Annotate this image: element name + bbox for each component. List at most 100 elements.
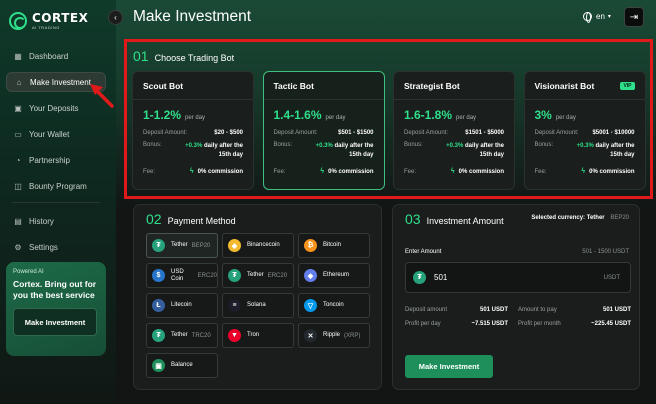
fee-label: Fee: (273, 168, 286, 175)
sidebar-item-partnership[interactable]: ◔ Partnership (6, 150, 106, 170)
amount-label: Deposit Amount: (143, 130, 188, 136)
coin-option[interactable]: ✕ Ripple (XRP) (298, 323, 370, 348)
logout-icon: ⇥ (629, 11, 639, 23)
bot-name: Strategist Bot (404, 80, 460, 91)
bolt-icon: ϟ (320, 168, 325, 175)
coin-option[interactable]: ₮ Tether ERC20 (222, 263, 294, 288)
coin-option[interactable]: ▣ Balance (146, 353, 218, 378)
deposit-icon: ▣ (14, 103, 22, 113)
amount-value: $20 - $500 (214, 130, 243, 136)
coin-network: ERC20 (197, 272, 217, 279)
profit-per-month-label: Profit per month (518, 321, 561, 327)
bot-rate-unit: per day (185, 115, 206, 121)
bonus-text: daily after the (595, 143, 635, 149)
coin-network: (XRP) (344, 332, 361, 339)
coin-name: Tether (247, 272, 264, 278)
bot-name: Visionarist Bot (534, 80, 595, 91)
fee-value: 0% commission (589, 168, 635, 175)
brand-sub: AI TRADING (32, 25, 60, 30)
amount-to-pay-value: 501 USDT (602, 307, 631, 313)
amount-value: $5001 - $10000 (592, 130, 635, 136)
sidebar-item-history[interactable]: ▤ History (6, 211, 106, 231)
fee-label: Fee: (534, 168, 547, 175)
coin-name: Ethereum (323, 272, 350, 278)
sidebar-item-label: Partnership (29, 155, 70, 165)
collapse-sidebar-button[interactable]: ‹ (108, 10, 123, 25)
coin-option[interactable]: ₿ Bitcoin (298, 233, 370, 258)
sidebar-item-dashboard[interactable]: ▦ Dashboard (6, 46, 106, 66)
language-label: en (596, 12, 605, 21)
chevron-left-icon: ‹ (114, 13, 117, 22)
deposit-amount-value: 501 USDT (479, 307, 508, 313)
coin-icon: ◆ (228, 239, 241, 252)
sidebar-item-label: Settings (29, 242, 58, 252)
coin-option[interactable]: ₮ Tether BEP20 (146, 233, 218, 258)
amount-label: Enter Amount (405, 249, 442, 255)
sidebar-nav: ▦ Dashboard ⌂ Make Investment ▣ Your Deposi… (6, 46, 106, 263)
bonus-text: daily after the (464, 143, 504, 149)
amount-to-pay-label: Amount to pay (518, 307, 557, 313)
amount-range: 501 - 1500 USDT (582, 249, 629, 255)
bolt-icon: ϟ (450, 168, 455, 175)
coin-icon: Ł (152, 299, 165, 312)
coin-name: Bitcoin (323, 242, 342, 248)
coin-network: TRC20 (191, 332, 211, 339)
sidebar-item-label: Dashboard (29, 51, 69, 61)
promo-make-investment-button[interactable]: Make Investment (13, 308, 97, 336)
bot-card-strategist[interactable]: Strategist Bot 1.6-1.8% per day Deposit A… (393, 71, 515, 190)
brand-name: CORTEX (32, 11, 89, 25)
investment-icon: ⌂ (16, 77, 22, 87)
amount-input[interactable]: ₮ 501 USDT (405, 262, 631, 293)
coin-option[interactable]: ≡ Solana (222, 293, 294, 318)
sidebar-item-label: History (29, 216, 54, 226)
fee-value: 0% commission (458, 168, 504, 175)
make-investment-button[interactable]: Make Investment (405, 355, 493, 378)
page-title: Make Investment (133, 8, 252, 25)
bot-card-visionarist[interactable]: Visionarist Bot VIP 3% per day Deposit Amo… (523, 71, 646, 190)
coin-option[interactable]: $ USD Coin ERC20 (146, 263, 218, 288)
coin-network: ERC20 (267, 272, 288, 279)
coin-icon: ✕ (304, 329, 317, 342)
promo-card: Powered AI Cortex. Bring out for you the… (6, 262, 106, 356)
bot-card-tactic[interactable]: Tactic Bot 1.4-1.6% per day Deposit Amoun… (262, 71, 385, 190)
bot-cards: Scout Bot 1-1.2% per day Deposit Amount: $… (132, 71, 646, 190)
coin-icon: ₮ (152, 239, 165, 252)
section-amount-header: 03 Investment Amount (405, 211, 504, 227)
globe-icon (583, 12, 592, 23)
coin-option[interactable]: ▽ Toncoin (298, 293, 370, 318)
logo[interactable]: CORTEX AI TRADING (9, 11, 88, 30)
sidebar-item-settings[interactable]: ⚙ Settings (6, 237, 106, 257)
coin-name: Litecoin (171, 302, 192, 308)
sidebar-item-bounty-program[interactable]: ◫ Bounty Program (6, 176, 106, 196)
tether-icon: ₮ (413, 271, 426, 284)
red-arrow-annotation (90, 84, 114, 108)
selected-currency-network: BEP20 (610, 215, 629, 221)
section-choose-bot-header: 01 Choose Trading Bot (133, 48, 234, 64)
coin-option[interactable]: ◆ Ethereum (298, 263, 370, 288)
coin-icon: ▣ (152, 359, 165, 372)
settings-icon: ⚙ (14, 242, 22, 252)
bonus-percent: +0.3% (446, 143, 464, 149)
logout-button[interactable]: ⇥ (624, 7, 644, 27)
coin-option[interactable]: ₮ Tether TRC20 (146, 323, 218, 348)
coin-name: USD Coin (171, 268, 184, 282)
bot-rate-unit: per day (456, 115, 477, 121)
bonus-label: Bonus: (404, 142, 423, 148)
coin-name: Balance (171, 362, 193, 368)
coin-option[interactable]: ▼ Tron (222, 323, 294, 348)
cortex-logo-icon (9, 11, 27, 30)
bonus-day: 15th day (349, 152, 374, 158)
coin-option[interactable]: ◆ Binancecoin (222, 233, 294, 258)
bonus-percent: +0.3% (185, 143, 203, 149)
language-selector[interactable]: en ▾ (583, 12, 611, 23)
fee-label: Fee: (143, 168, 156, 175)
bounty-icon: ◫ (14, 181, 22, 191)
coin-grid: ₮ Tether BEP20 ◆ Binancecoin ₿ Bitcoin $ USD Coi… (146, 233, 374, 383)
history-icon: ▤ (14, 216, 22, 226)
bonus-label: Bonus: (534, 142, 554, 148)
bot-card-scout[interactable]: Scout Bot 1-1.2% per day Deposit Amount: $… (132, 71, 254, 190)
bolt-icon: ϟ (189, 168, 194, 175)
coin-option[interactable]: Ł Litecoin (146, 293, 218, 318)
bot-rate-unit: per day (325, 115, 346, 121)
sidebar-item-your-wallet[interactable]: ▭ Your Wallet (6, 124, 106, 144)
